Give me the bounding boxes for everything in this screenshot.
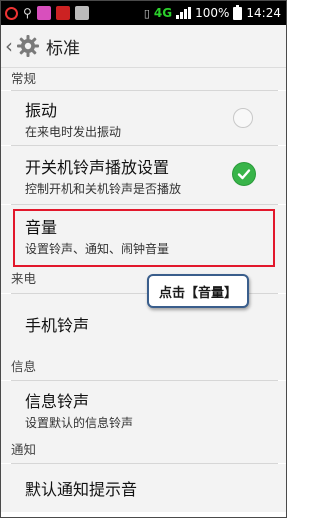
signal-strength-icon — [176, 7, 192, 19]
phone-screen: ⚲ ▯ 4G 100% 14:24 ‹ 标准 常规 振动 在来电时发出振动 开关… — [0, 0, 287, 518]
setting-title: 手机铃声 — [25, 316, 90, 335]
instruction-callout: 点击【音量】 — [147, 274, 249, 308]
gear-icon[interactable] — [15, 33, 41, 59]
app-notification-icon — [36, 6, 51, 20]
usb-icon: ⚲ — [23, 6, 32, 20]
battery-percent: 100% — [195, 6, 230, 20]
boot-ringtone-setting[interactable]: 开关机铃声播放设置 控制开机和关机铃声是否播放 — [1, 146, 286, 204]
setting-subtitle: 设置铃声、通知、闹钟音量 — [25, 241, 170, 256]
app-notification-icon — [55, 6, 70, 20]
page-title: 标准 — [46, 38, 80, 59]
vibrate-checkbox[interactable] — [233, 108, 253, 128]
section-header-general: 常规 — [1, 68, 286, 90]
default-notification-sound-setting[interactable]: 默认通知提示音 — [1, 464, 286, 512]
setting-subtitle: 设置默认的信息铃声 — [25, 415, 134, 430]
volume-setting[interactable]: 音量 设置铃声、通知、闹钟音量 — [1, 205, 286, 265]
callout-text: 点击【音量】 — [158, 285, 237, 301]
notification-icons: ⚲ — [1, 6, 89, 20]
section-header-message: 信息 — [1, 354, 286, 380]
vibrate-setting[interactable]: 振动 在来电时发出振动 — [1, 91, 286, 145]
app-notification-icon — [5, 6, 18, 20]
setting-title: 信息铃声 — [25, 391, 90, 411]
action-bar: ‹ 标准 — [1, 25, 286, 68]
vibrate-mode-icon: ▯ — [143, 6, 150, 20]
setting-title: 音量 — [25, 217, 58, 237]
boot-ringtone-checkbox[interactable] — [233, 163, 255, 185]
setting-title: 默认通知提示音 — [25, 480, 138, 499]
checkmark-icon — [237, 169, 251, 180]
clock: 14:24 — [246, 6, 281, 20]
section-header-notification: 通知 — [1, 437, 286, 463]
system-indicators: ▯ 4G 100% 14:24 — [143, 4, 286, 20]
network-type-label: 4G — [153, 6, 173, 20]
chevron-left-icon[interactable]: ‹ — [5, 34, 15, 58]
status-bar: ⚲ ▯ 4G 100% 14:24 — [1, 1, 286, 25]
battery-icon — [233, 4, 243, 20]
message-ringtone-setting[interactable]: 信息铃声 设置默认的信息铃声 — [1, 381, 286, 437]
app-notification-icon — [74, 6, 89, 20]
